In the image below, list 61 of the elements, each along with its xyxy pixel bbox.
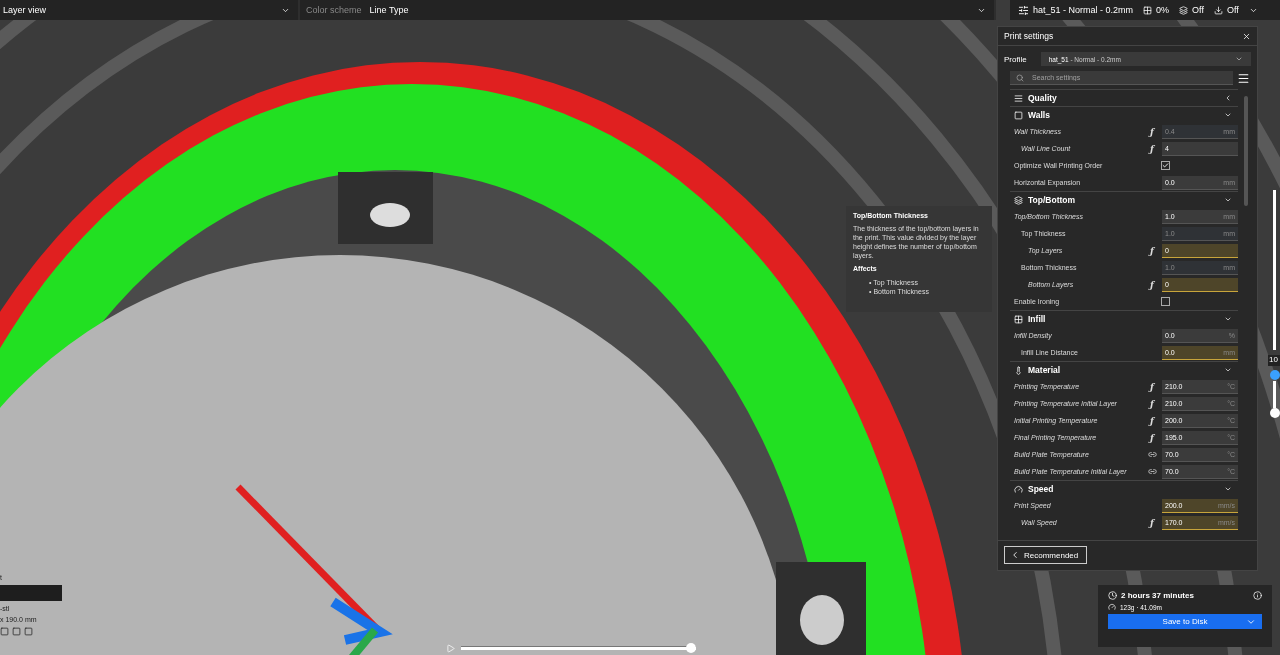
layer-slider-handle[interactable] (1270, 370, 1280, 380)
info-icon[interactable] (1253, 591, 1262, 600)
link-icon[interactable] (1147, 450, 1157, 459)
playback-track[interactable] (461, 643, 696, 653)
spool-icon (1108, 603, 1116, 611)
layers-icon[interactable] (1179, 5, 1189, 15)
section-header[interactable]: Infill (1010, 310, 1238, 327)
chevron-down-icon (1224, 315, 1232, 323)
layer-slider-handle[interactable] (1270, 408, 1280, 418)
print-time: 2 hours 37 minutes (1121, 591, 1195, 600)
chevron-left-icon (1010, 550, 1020, 560)
profile-label: Profile (1004, 54, 1027, 64)
color-scheme-label: Color scheme (306, 5, 362, 15)
function-symbol[interactable]: ƒ (1150, 381, 1154, 392)
menu-icon[interactable] (1237, 71, 1250, 85)
layer-number: 10 (1268, 355, 1280, 366)
section-header[interactable]: Speed (1010, 480, 1238, 497)
section-header[interactable]: Quality (1010, 89, 1238, 106)
clock-icon (1108, 591, 1117, 600)
checkbox[interactable] (1161, 297, 1170, 306)
section-header[interactable]: Top/Bottom (1010, 191, 1238, 208)
function-symbol[interactable]: ƒ (1150, 398, 1154, 409)
support-summary[interactable]: 0% (1156, 5, 1170, 15)
section-icon (1014, 110, 1023, 120)
color-scheme-dropdown[interactable]: Color scheme Line Type (300, 0, 996, 20)
chevron-down-icon (1224, 111, 1232, 119)
download-icon[interactable] (1213, 5, 1223, 15)
close-icon[interactable] (1242, 31, 1251, 41)
function-symbol[interactable]: ƒ (1150, 415, 1154, 426)
chevron-down-icon (1224, 366, 1232, 374)
checkbox[interactable] (1161, 161, 1170, 170)
section-icon (1014, 93, 1023, 103)
chevron-down-icon (1235, 55, 1243, 63)
section-icon (1014, 314, 1023, 324)
chevron-left-icon (1224, 94, 1232, 102)
function-symbol[interactable]: ƒ (1150, 432, 1154, 443)
view-mode-dropdown[interactable]: Layer view (0, 0, 300, 20)
link-icon[interactable] (1147, 467, 1157, 476)
support-icon[interactable] (1143, 5, 1153, 15)
layer-slider-track[interactable] (1273, 381, 1276, 408)
section-icon (1014, 365, 1023, 375)
function-symbol[interactable]: ƒ (1150, 517, 1154, 528)
color-scheme-value: Line Type (369, 5, 409, 15)
section-icon (1014, 195, 1023, 205)
chevron-down-icon (1224, 196, 1232, 204)
panel-title: Print settings (1004, 31, 1054, 41)
recommended-button[interactable]: Recommended (1004, 546, 1088, 564)
chevron-down-icon (1224, 485, 1232, 493)
playback-handle[interactable] (686, 643, 696, 653)
section-header[interactable]: Material (1010, 361, 1238, 378)
section-header[interactable]: Walls (1010, 106, 1238, 123)
scrollbar[interactable] (1244, 96, 1248, 206)
layer-slider-track[interactable] (1273, 190, 1276, 350)
object-name-field[interactable] (0, 585, 62, 601)
sliders-icon[interactable] (1018, 4, 1029, 16)
profile-summary[interactable]: hat_51 - Normal - 0.2mm (1033, 5, 1134, 15)
search-icon (1016, 74, 1024, 82)
section-icon (1014, 484, 1023, 494)
save-button[interactable]: Save to Disk (1108, 614, 1262, 629)
adhesion-summary[interactable]: Off (1192, 5, 1204, 15)
export-summary[interactable]: Off (1226, 5, 1239, 15)
